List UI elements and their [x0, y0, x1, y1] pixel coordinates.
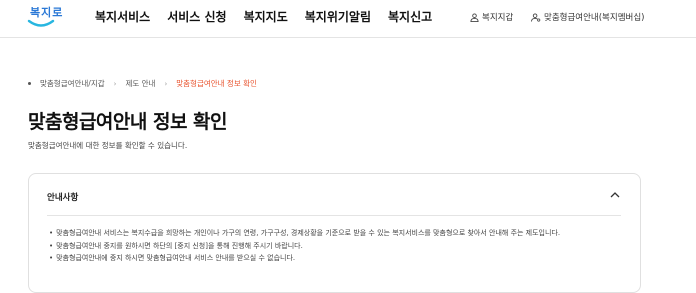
notice-list: 맞춤형급여안내 서비스는 복지수급을 희망하는 개인이나 가구의 연령, 가구구…: [49, 227, 560, 265]
page-description: 맞춤형급여안내에 대한 정보를 확인할 수 있습니다.: [28, 141, 188, 150]
notice-item: 맞춤형급여안내에 중지 하시면 맞춤형급여안내 서비스 안내를 받으실 수 없습…: [49, 252, 560, 265]
nav-welfare-crisis-alert[interactable]: 복지위기알림: [305, 8, 371, 25]
notice-title: 안내사항: [47, 193, 79, 203]
notice-divider: [47, 215, 621, 216]
membership-link[interactable]: 맞춤형급여안내(복지멤버십): [531, 11, 644, 23]
breadcrumb-home-dot[interactable]: [28, 82, 31, 85]
membership-label: 맞춤형급여안내(복지멤버십): [544, 13, 645, 23]
user-icon: [470, 12, 479, 22]
notice-panel: 안내사항 맞춤형급여안내 서비스는 복지수급을 희망하는 개인이나 가구의 연령…: [28, 173, 641, 293]
breadcrumb-item-customized-benefit[interactable]: 맞춤형급여안내/지갑: [40, 78, 105, 89]
nav-welfare-map[interactable]: 복지지도: [244, 8, 288, 25]
nav-welfare-service[interactable]: 복지서비스: [95, 8, 150, 25]
nav-service-application[interactable]: 서비스 신청: [167, 8, 226, 25]
breadcrumb-separator-icon: ›: [113, 79, 117, 88]
site-logo[interactable]: 복지로: [26, 2, 64, 34]
welfare-wallet-link[interactable]: 복지지갑: [470, 11, 513, 23]
logo-smile-icon: [27, 19, 55, 27]
notice-toggle[interactable]: 안내사항: [29, 174, 640, 214]
breadcrumb-separator-icon: ›: [164, 79, 168, 88]
breadcrumb-item-current: 맞춤형급여안내 정보 확인: [176, 79, 257, 88]
breadcrumb-item-system-guide[interactable]: 제도 안내: [125, 78, 155, 89]
page-title: 맞춤형급여안내 정보 확인: [28, 111, 228, 133]
main-nav: 복지서비스 서비스 신청 복지지도 복지위기알림 복지신고: [95, 8, 432, 25]
site-header: 복지로 복지서비스 서비스 신청 복지지도 복지위기알림 복지신고 복지지갑 맞…: [0, 0, 696, 38]
user-settings-icon: [531, 12, 541, 22]
nav-welfare-report[interactable]: 복지신고: [388, 8, 432, 25]
notice-item: 맞춤형급여안내 중지를 원하시면 하단의 [중지 신청]을 통해 진행해 주시기…: [49, 240, 560, 253]
welfare-wallet-label: 복지지갑: [482, 13, 514, 23]
breadcrumb: 맞춤형급여안내/지갑 › 제도 안내 › 맞춤형급여안내 정보 확인: [28, 78, 257, 89]
chevron-up-icon[interactable]: [610, 191, 620, 198]
notice-item: 맞춤형급여안내 서비스는 복지수급을 희망하는 개인이나 가구의 연령, 가구구…: [49, 227, 560, 240]
